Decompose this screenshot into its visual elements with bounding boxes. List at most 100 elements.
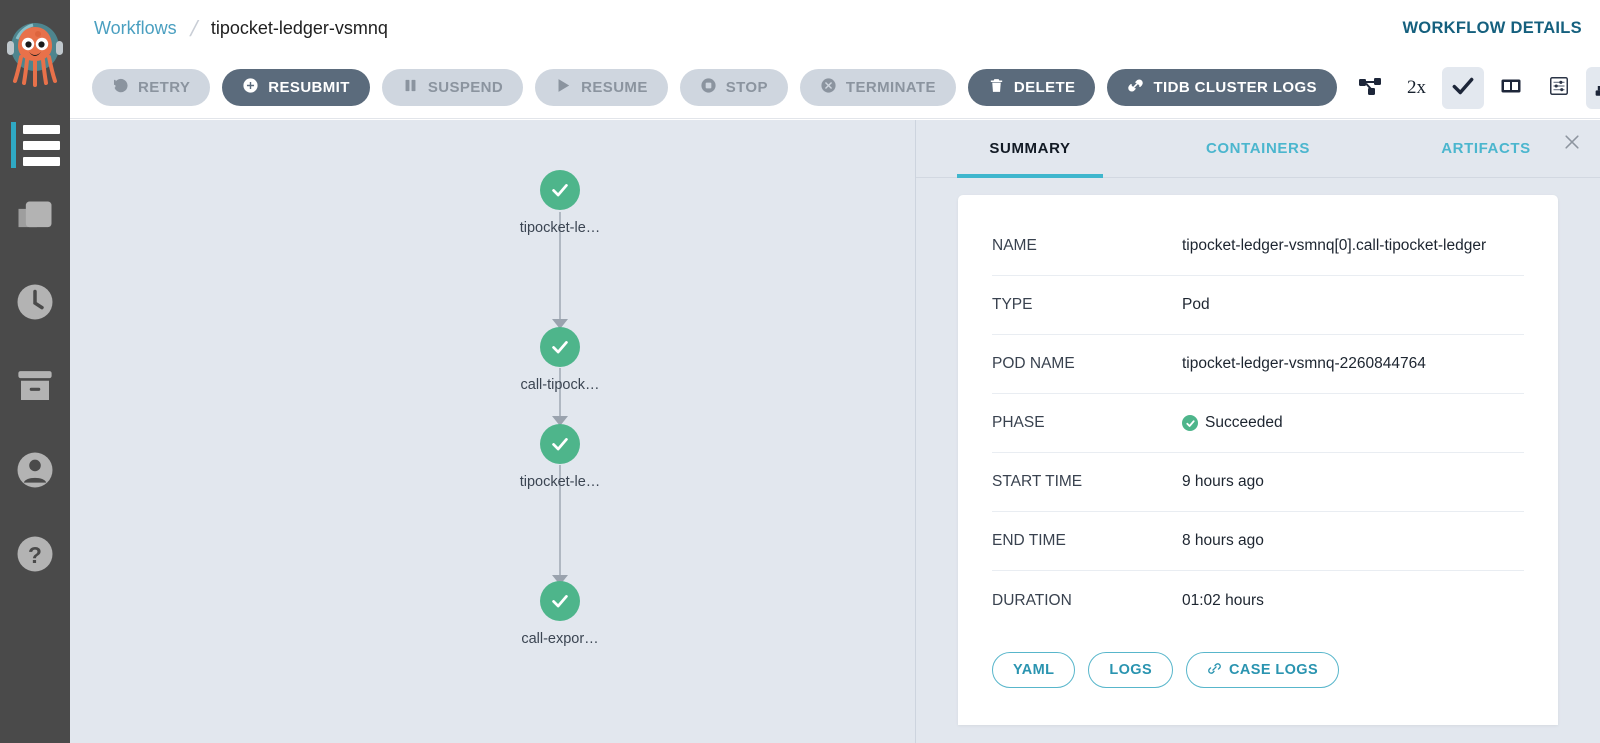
sidebar-item-event-flow[interactable] xyxy=(0,262,70,346)
detail-row-type: TYPE Pod xyxy=(992,276,1524,335)
sidebar-item-workflows[interactable] xyxy=(0,178,70,262)
case-logs-button[interactable]: CASE LOGS xyxy=(1186,652,1339,688)
case-logs-label: CASE LOGS xyxy=(1229,662,1318,678)
logs-button[interactable]: LOGS xyxy=(1088,652,1173,688)
tab-containers[interactable]: CONTAINERS xyxy=(1144,120,1372,178)
node-status-succeeded-icon xyxy=(540,424,580,464)
x-circle-icon xyxy=(820,77,837,98)
link-icon xyxy=(1207,661,1222,680)
split-panel-toggle[interactable] xyxy=(1490,67,1532,109)
breadcrumb: Workflows / tipocket-ledger-vsmnq xyxy=(70,16,388,42)
sidebar-item-help[interactable]: ? xyxy=(0,514,70,598)
sidebar-item-archive[interactable] xyxy=(0,346,70,430)
panel-actions: YAML LOGS CASE LOGS xyxy=(992,630,1524,688)
action-toolbar: RETRY RESUBMIT SUSPEND xyxy=(70,57,1600,119)
detail-key: DURATION xyxy=(992,592,1182,610)
node-tree-icon xyxy=(1358,74,1382,101)
user-circle-icon xyxy=(14,449,56,496)
menu-accent-bar xyxy=(11,122,16,168)
detail-value: 9 hours ago xyxy=(1182,473,1264,491)
detail-value: tipocket-ledger-vsmnq-2260844764 xyxy=(1182,355,1426,373)
copy-layers-icon xyxy=(13,196,57,245)
detail-key: PHASE xyxy=(992,414,1182,432)
detail-row-start-time: START TIME 9 hours ago xyxy=(992,453,1524,512)
split-panel-icon xyxy=(1499,74,1523,101)
legend-toggle[interactable] xyxy=(1538,67,1580,109)
workflow-graph-canvas[interactable]: tipocket-le… call-tipock… tipocket-le… c… xyxy=(70,120,915,743)
detail-row-pod-name: POD NAME tipocket-ledger-vsmnq-226084476… xyxy=(992,335,1524,394)
clock-icon xyxy=(14,281,56,328)
trash-icon xyxy=(988,77,1005,98)
detail-row-end-time: END TIME 8 hours ago xyxy=(992,512,1524,571)
graph-node[interactable]: tipocket-le… xyxy=(465,170,655,236)
detail-value-wrap: Succeeded xyxy=(1182,414,1283,432)
resume-button[interactable]: RESUME xyxy=(535,69,668,106)
node-status-succeeded-icon xyxy=(540,581,580,621)
org-chart-icon xyxy=(1594,73,1600,102)
sidebar-item-menu-toggle[interactable] xyxy=(0,112,70,178)
retry-button[interactable]: RETRY xyxy=(92,69,210,106)
detail-value: tipocket-ledger-vsmnq[0].call-tipocket-l… xyxy=(1182,237,1486,255)
graph-node-label: tipocket-le… xyxy=(465,220,655,236)
archive-box-icon xyxy=(14,365,56,412)
svg-text:?: ? xyxy=(28,541,42,567)
retry-icon xyxy=(112,77,129,98)
tidb-cluster-logs-button[interactable]: TIDB CLUSTER LOGS xyxy=(1107,69,1336,106)
detail-key: TYPE xyxy=(992,296,1182,314)
plus-icon xyxy=(242,77,259,98)
detail-row-name: NAME tipocket-ledger-vsmnq[0].call-tipoc… xyxy=(992,217,1524,276)
detail-row-phase: PHASE Succeeded xyxy=(992,394,1524,453)
hamburger-icon xyxy=(23,125,60,166)
workflow-details-link[interactable]: WORKFLOW DETAILS xyxy=(1402,19,1582,38)
node-status-succeeded-icon xyxy=(540,327,580,367)
check-icon xyxy=(1450,73,1476,102)
terminate-label: TERMINATE xyxy=(846,79,936,96)
breadcrumb-separator: / xyxy=(187,16,200,42)
status-succeeded-badge-icon xyxy=(1182,415,1198,431)
close-icon xyxy=(1562,132,1582,157)
breadcrumb-workflows-link[interactable]: Workflows xyxy=(94,18,177,39)
legend-icon xyxy=(1548,75,1570,100)
terminate-button[interactable]: TERMINATE xyxy=(800,69,956,106)
top-bar: Workflows / tipocket-ledger-vsmnq WORKFL… xyxy=(70,0,1600,57)
stop-icon xyxy=(700,77,717,98)
pause-icon xyxy=(402,77,419,98)
stop-button[interactable]: STOP xyxy=(680,69,788,106)
summary-card: NAME tipocket-ledger-vsmnq[0].call-tipoc… xyxy=(958,195,1558,725)
delete-button[interactable]: DELETE xyxy=(968,69,1096,106)
detail-key: NAME xyxy=(992,237,1182,255)
detail-key: START TIME xyxy=(992,473,1182,491)
tab-summary[interactable]: SUMMARY xyxy=(916,120,1144,178)
panel-tabs: SUMMARY CONTAINERS ARTIFACTS xyxy=(916,120,1600,178)
resubmit-button[interactable]: RESUBMIT xyxy=(222,69,370,106)
question-circle-icon: ? xyxy=(14,533,56,580)
graph-node[interactable]: call-tipock… xyxy=(465,327,655,393)
yaml-button[interactable]: YAML xyxy=(992,652,1075,688)
detail-value: Pod xyxy=(1182,296,1210,314)
resume-label: RESUME xyxy=(581,79,648,96)
left-sidebar: ? xyxy=(0,0,70,743)
breadcrumb-current: tipocket-ledger-vsmnq xyxy=(211,18,388,39)
suspend-button[interactable]: SUSPEND xyxy=(382,69,523,106)
expand-nodes-button[interactable] xyxy=(1349,67,1391,109)
sidebar-item-user[interactable] xyxy=(0,430,70,514)
detail-row-duration: DURATION 01:02 hours xyxy=(992,571,1524,630)
hierarchy-layout-toggle[interactable] xyxy=(1586,67,1600,109)
detail-value: 8 hours ago xyxy=(1182,532,1264,550)
yaml-label: YAML xyxy=(1013,662,1054,678)
close-panel-button[interactable] xyxy=(1558,130,1586,158)
toolbar-right-controls: 2x xyxy=(1349,67,1600,109)
detail-key: POD NAME xyxy=(992,355,1182,373)
argo-octopus-logo[interactable] xyxy=(0,0,70,112)
graph-node[interactable]: tipocket-le… xyxy=(465,424,655,490)
retry-label: RETRY xyxy=(138,79,190,96)
logs-label: LOGS xyxy=(1109,662,1152,678)
show-succeeded-toggle[interactable] xyxy=(1442,67,1484,109)
link-icon xyxy=(1127,77,1144,98)
graph-node[interactable]: call-expor… xyxy=(465,581,655,647)
detail-value: 01:02 hours xyxy=(1182,592,1264,610)
detail-key: END TIME xyxy=(992,532,1182,550)
suspend-label: SUSPEND xyxy=(428,79,503,96)
speed-label[interactable]: 2x xyxy=(1397,77,1436,99)
play-icon xyxy=(555,77,572,98)
